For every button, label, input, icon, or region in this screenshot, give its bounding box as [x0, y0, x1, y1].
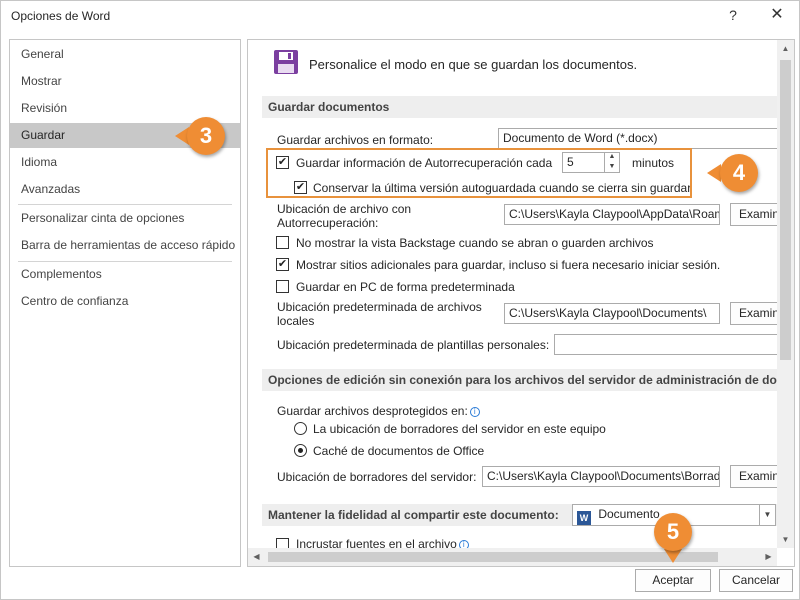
horizontal-scroll-thumb[interactable]: [268, 552, 718, 562]
autorecover-location-label: Ubicación de archivo con Autorrecuperaci…: [277, 202, 412, 230]
no-backstage-checkbox[interactable]: [276, 236, 289, 249]
vertical-scroll-thumb[interactable]: [780, 60, 791, 360]
options-main-panel: Personalice el modo en que se guardan lo…: [247, 39, 795, 567]
save-to-pc-checkbox[interactable]: [276, 280, 289, 293]
autorecover-highlight: [266, 148, 692, 198]
sidebar-item-barra-acceso-rapido[interactable]: Barra de herramientas de acceso rápido: [10, 233, 240, 258]
no-backstage-label: No mostrar la vista Backstage cuando se …: [296, 236, 654, 250]
save-to-pc-label: Guardar en PC de forma predeterminada: [296, 280, 515, 294]
format-select[interactable]: Documento de Word (*.docx): [498, 128, 780, 149]
radio-office-cache[interactable]: [294, 444, 307, 457]
save-floppy-icon: [274, 50, 298, 74]
info-icon: i: [469, 407, 480, 417]
vertical-scrollbar[interactable]: ▲ ▼: [777, 40, 794, 548]
sidebar-divider: [18, 204, 232, 205]
default-local-input[interactable]: C:\Users\Kayla Claypool\Documents\: [504, 303, 720, 324]
scroll-right-icon[interactable]: ▶: [760, 548, 777, 566]
radio-office-cache-label: Caché de documentos de Office: [313, 444, 485, 458]
default-local-label: Ubicación predeterminada de archivos loc…: [277, 300, 482, 328]
drafts-location-label: Ubicación de borradores del servidor:: [277, 470, 477, 484]
fidelity-document-value: Documento: [598, 507, 660, 521]
word-document-icon: W: [577, 511, 591, 525]
close-button[interactable]: ✕: [755, 1, 799, 31]
autorecover-location-input[interactable]: C:\Users\Kayla Claypool\AppData\Roaming: [504, 204, 720, 225]
chevron-down-icon[interactable]: ▼: [759, 505, 775, 525]
section-offline-editing: Opciones de edición sin conexión para lo…: [262, 369, 782, 391]
help-button[interactable]: ?: [711, 1, 755, 31]
page-header: Personalice el modo en que se guardan lo…: [309, 57, 638, 72]
show-places-checkbox[interactable]: ✔: [276, 258, 289, 271]
scroll-up-icon[interactable]: ▲: [777, 40, 794, 57]
sidebar-item-personalizar-cinta[interactable]: Personalizar cinta de opciones: [10, 206, 240, 231]
callout-badge-5: 5: [654, 513, 692, 551]
sidebar-item-avanzadas[interactable]: Avanzadas: [10, 177, 240, 202]
radio-server-drafts-label: La ubicación de borradores del servidor …: [313, 422, 606, 436]
radio-server-drafts[interactable]: [294, 422, 307, 435]
callout-5-pointer: [664, 549, 682, 563]
callout-4-pointer: [707, 164, 721, 182]
sidebar-item-complementos[interactable]: Complementos: [10, 262, 240, 287]
scroll-left-icon[interactable]: ◀: [248, 548, 265, 566]
sidebar-item-centro-confianza[interactable]: Centro de confianza: [10, 289, 240, 314]
ok-button[interactable]: Aceptar: [635, 569, 711, 592]
templates-location-label: Ubicación predeterminada de plantillas p…: [277, 338, 550, 352]
horizontal-scrollbar[interactable]: ◀ ▶: [248, 548, 777, 566]
sidebar-item-general[interactable]: General: [10, 42, 240, 67]
section-guardar-documentos: Guardar documentos: [262, 96, 782, 118]
callout-badge-4: 4: [720, 154, 758, 192]
templates-location-input[interactable]: [554, 334, 790, 355]
format-label: Guardar archivos en formato:: [277, 133, 434, 147]
sidebar-item-mostrar[interactable]: Mostrar: [10, 69, 240, 94]
drafts-location-input[interactable]: C:\Users\Kayla Claypool\Documents\Borrad…: [482, 466, 720, 487]
window-title: Opciones de Word: [11, 9, 111, 23]
word-options-dialog: Opciones de Word ? ✕ General Mostrar Rev…: [0, 0, 800, 600]
checkout-label: Guardar archivos desprotegidos en: i: [277, 404, 480, 418]
title-bar: Opciones de Word ? ✕: [1, 1, 799, 31]
callout-badge-3: 3: [187, 117, 225, 155]
scroll-down-icon[interactable]: ▼: [777, 531, 794, 548]
show-places-label: Mostrar sitios adicionales para guardar,…: [296, 258, 721, 272]
cancel-button[interactable]: Cancelar: [719, 569, 793, 592]
